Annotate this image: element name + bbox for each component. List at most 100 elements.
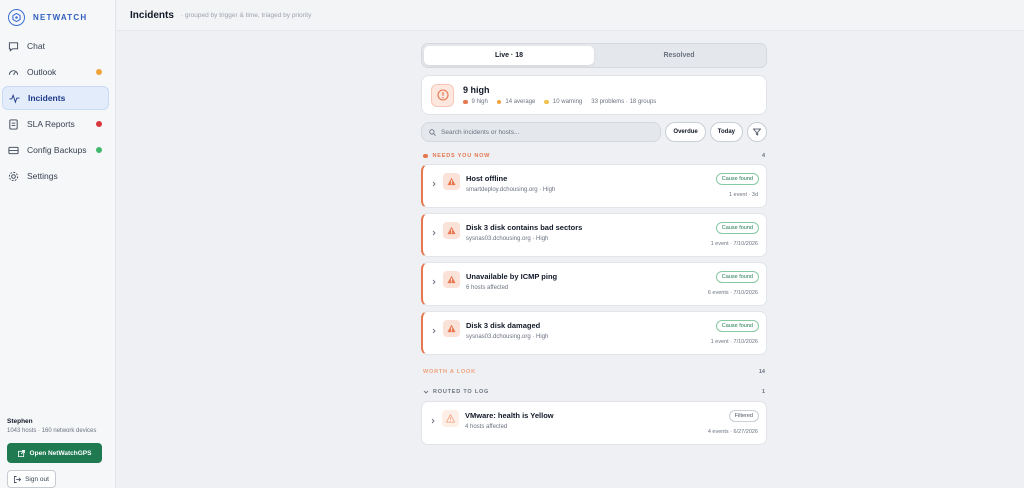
chevron-right-icon[interactable] bbox=[431, 272, 437, 285]
tab-live[interactable]: Live · 18 bbox=[424, 46, 594, 65]
warning-triangle-icon bbox=[443, 320, 460, 337]
incident-title: Host offline bbox=[466, 174, 508, 183]
high-dot bbox=[463, 99, 468, 105]
warning-triangle-outline-icon bbox=[442, 410, 459, 427]
brand-name: NETWATCH bbox=[33, 12, 88, 22]
user-name: Stephen bbox=[7, 418, 33, 425]
incident-meta: 4 events · 6/27/2026 bbox=[707, 429, 758, 435]
netwatch-logo-icon bbox=[8, 8, 25, 26]
chat-bubble-icon bbox=[8, 41, 19, 52]
incident-card[interactable]: Unavailable by ICMP ping 6 hosts affecte… bbox=[421, 262, 767, 306]
filter-button[interactable] bbox=[747, 122, 767, 142]
sidebar-item-label: Settings bbox=[27, 171, 58, 181]
chevron-right-icon[interactable] bbox=[431, 174, 437, 187]
sign-out-icon bbox=[14, 475, 22, 483]
chevron-right-icon[interactable] bbox=[430, 411, 436, 424]
sidebar-item-config-backups[interactable]: Config Backups bbox=[2, 138, 109, 162]
incident-title: Disk 3 disk damaged bbox=[466, 321, 541, 330]
incident-meta: 1 event · 3d bbox=[728, 192, 758, 198]
page-subtitle: · grouped by trigger & time, triaged by … bbox=[180, 11, 312, 19]
section-needs-you-now: NEEDS YOU NOW 4 bbox=[421, 153, 767, 159]
filtered-badge: Filtered bbox=[728, 410, 759, 422]
open-netwatchgps-button[interactable]: Open NetWatchGPS bbox=[7, 443, 102, 463]
cause-found-badge: Cause found bbox=[715, 320, 759, 332]
section-label: WORTH A LOOK bbox=[423, 369, 476, 375]
summary-stats: 9 high 14 average 10 warning 33 problems… bbox=[463, 99, 656, 105]
sidebar-item-label: Outlook bbox=[27, 67, 57, 77]
incident-subtitle: smartdeploy.dchousing.org · High bbox=[466, 187, 556, 193]
section-label: NEEDS YOU NOW bbox=[432, 153, 491, 159]
section-label: ROUTED TO LOG bbox=[433, 389, 490, 395]
today-filter-button[interactable]: Today bbox=[709, 122, 743, 142]
sidebar-item-label: Config Backups bbox=[27, 145, 87, 155]
external-link-icon bbox=[17, 449, 25, 457]
warning-dot bbox=[544, 99, 549, 105]
average-dot bbox=[496, 99, 502, 105]
incident-card[interactable]: Disk 3 disk contains bad sectors sysnas0… bbox=[421, 213, 767, 257]
overdue-filter-button[interactable]: Overdue bbox=[665, 122, 706, 142]
incident-meta: 1 event · 7/10/2026 bbox=[710, 339, 758, 345]
sidebar-item-label: SLA Reports bbox=[27, 119, 75, 129]
page-title: Incidents bbox=[130, 9, 174, 21]
sidebar-item-outlook[interactable]: Outlook bbox=[2, 60, 109, 84]
warning-triangle-icon bbox=[443, 173, 460, 190]
incident-subtitle: 4 hosts affected bbox=[465, 424, 508, 430]
totals: 33 problems · 18 groups bbox=[591, 99, 657, 105]
brand[interactable]: NETWATCH bbox=[8, 8, 87, 26]
sign-out-label: Sign out bbox=[25, 475, 49, 483]
high-count: 9 high bbox=[471, 99, 488, 105]
sidebar-item-sla-reports[interactable]: SLA Reports bbox=[2, 112, 109, 136]
warning-triangle-icon bbox=[443, 222, 460, 239]
summary-title: 9 high bbox=[463, 85, 490, 95]
search-box bbox=[421, 122, 662, 142]
sidebar-item-settings[interactable]: Settings bbox=[2, 164, 109, 188]
sidebar-item-label: Incidents bbox=[28, 93, 66, 103]
incident-card[interactable]: Host offline smartdeploy.dchousing.org ·… bbox=[421, 164, 767, 208]
incident-subtitle: 6 hosts affected bbox=[466, 285, 509, 291]
section-count: 1 bbox=[761, 389, 765, 395]
activity-icon bbox=[9, 93, 20, 104]
open-netwatchgps-label: Open NetWatchGPS bbox=[29, 449, 92, 457]
cause-found-badge: Cause found bbox=[715, 271, 759, 283]
gear-icon bbox=[8, 171, 19, 182]
status-tabs: Live · 18 Resolved bbox=[421, 43, 767, 68]
tab-resolved[interactable]: Resolved bbox=[594, 46, 764, 65]
alert-circle-icon bbox=[431, 83, 454, 107]
status-dot bbox=[96, 147, 102, 153]
incident-toolbar: Overdue Today bbox=[421, 122, 767, 142]
sidebar-item-chat[interactable]: Chat bbox=[2, 34, 109, 58]
incident-title: Disk 3 disk contains bad sectors bbox=[466, 223, 583, 232]
incident-card[interactable]: Disk 3 disk damaged sysnas03.dchousing.o… bbox=[421, 311, 767, 355]
section-count: 4 bbox=[761, 153, 765, 159]
filter-icon bbox=[753, 128, 761, 136]
status-dot bbox=[96, 121, 102, 127]
cause-found-badge: Cause found bbox=[715, 222, 759, 234]
server-icon bbox=[8, 145, 19, 156]
section-count: 14 bbox=[758, 369, 765, 375]
warning-triangle-icon bbox=[443, 271, 460, 288]
document-icon bbox=[8, 118, 19, 130]
incident-card[interactable]: VMware: health is Yellow 4 hosts affecte… bbox=[421, 401, 767, 445]
search-input[interactable] bbox=[441, 128, 641, 136]
incidents-panel: Live · 18 Resolved 9 high 9 high 14 aver… bbox=[421, 43, 767, 445]
sidebar-nav: Chat Outlook Incidents SLA Reports Confi… bbox=[2, 34, 109, 190]
chevron-right-icon[interactable] bbox=[431, 321, 437, 334]
sign-out-button[interactable]: Sign out bbox=[7, 470, 56, 488]
chevron-right-icon[interactable] bbox=[431, 223, 437, 236]
search-icon bbox=[429, 128, 436, 136]
incident-subtitle: sysnas03.dchousing.org · High bbox=[466, 236, 549, 242]
warning-count: 10 warning bbox=[552, 99, 583, 105]
user-info: Stephen 1043 hosts · 160 network devices bbox=[7, 418, 96, 434]
section-worth-a-look[interactable]: WORTH A LOOK 14 bbox=[421, 369, 767, 375]
chevron-down-icon[interactable] bbox=[423, 389, 429, 395]
user-meta: 1043 hosts · 160 network devices bbox=[7, 428, 97, 434]
section-routed-to-log[interactable]: ROUTED TO LOG 1 bbox=[421, 389, 767, 395]
average-count: 14 average bbox=[505, 99, 536, 105]
severity-summary: 9 high 9 high 14 average 10 warning 33 p… bbox=[421, 75, 767, 115]
incident-meta: 1 event · 7/10/2026 bbox=[710, 241, 758, 247]
status-dot bbox=[96, 69, 102, 75]
gauge-icon bbox=[8, 67, 19, 78]
sidebar-item-incidents[interactable]: Incidents bbox=[2, 86, 109, 110]
section-dot bbox=[423, 153, 428, 159]
incident-meta: 6 events · 7/10/2026 bbox=[707, 290, 758, 296]
